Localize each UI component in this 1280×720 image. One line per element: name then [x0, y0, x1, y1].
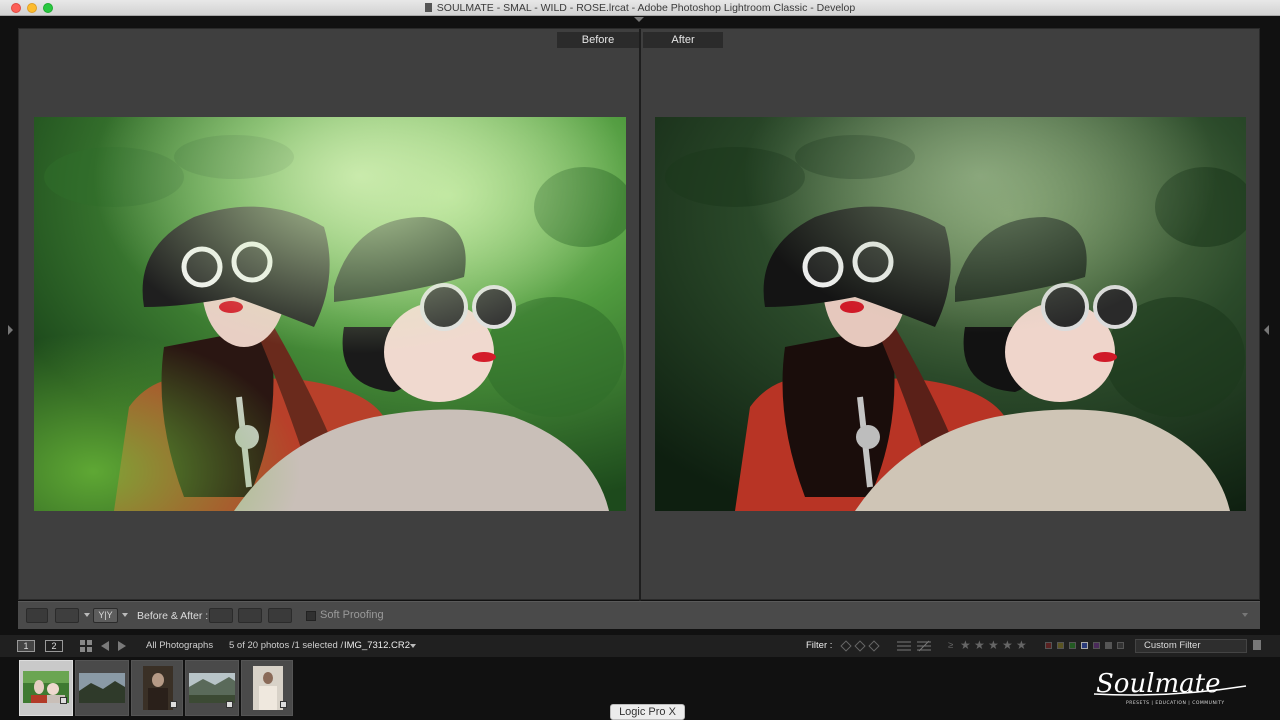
flag-rejected-icon[interactable] — [868, 640, 880, 652]
view-mode-dropdown-icon[interactable] — [84, 613, 90, 617]
loupe-view-button[interactable] — [26, 608, 48, 623]
soft-proofing-label: Soft Proofing — [320, 609, 384, 621]
copy-before-to-after-button[interactable] — [209, 608, 233, 623]
filmstrip-thumb-1[interactable] — [19, 660, 73, 716]
before-label: Before — [557, 32, 639, 48]
after-label: After — [643, 32, 723, 48]
before-after-label: Before & After : — [137, 610, 209, 622]
thumbnail-image — [143, 666, 173, 710]
next-photo-icon[interactable] — [118, 641, 126, 651]
custom-filter-dropdown[interactable]: Custom Filter — [1135, 639, 1247, 653]
before-after-view: Before After — [18, 28, 1260, 601]
star-3-icon[interactable]: ★ — [988, 638, 999, 652]
edited-badge-icon — [170, 701, 177, 708]
copy-after-to-before-button[interactable] — [238, 608, 262, 623]
before-photo[interactable] — [34, 117, 626, 511]
before-after-lr-button[interactable] — [55, 608, 79, 623]
toolbar-content-dropdown-icon[interactable] — [1242, 613, 1248, 617]
document-icon — [424, 3, 432, 12]
source-label[interactable]: All Photographs — [146, 640, 213, 651]
color-label-yellow[interactable] — [1057, 642, 1064, 649]
filter-label: Filter : — [806, 640, 833, 651]
star-2-icon[interactable]: ★ — [974, 638, 985, 652]
edited-badge-icon — [226, 701, 233, 708]
previous-photo-icon[interactable] — [101, 641, 109, 651]
filmstrip-thumb-4[interactable] — [185, 660, 239, 716]
main-window-button[interactable]: 1 — [17, 640, 35, 652]
photo-count: 5 of 20 photos /1 selected / — [229, 640, 344, 651]
soulmate-logo: Soulmate PRESETS | EDUCATION | COMMUNITY — [1093, 669, 1247, 706]
color-label-green[interactable] — [1069, 642, 1076, 649]
flag-pick-icon[interactable] — [840, 640, 852, 652]
color-label-purple[interactable] — [1093, 642, 1100, 649]
filter-lock-icon[interactable] — [1253, 640, 1261, 650]
window-title: SOULMATE - SMAL - WILD - ROSE.lrcat - Ad… — [436, 2, 856, 14]
split-divider — [639, 29, 641, 601]
color-label-blue[interactable] — [1081, 642, 1088, 649]
star-4-icon[interactable]: ★ — [1002, 638, 1013, 652]
edited-badge-icon — [60, 697, 67, 704]
before-after-split-button[interactable]: Y|Y — [93, 608, 118, 623]
filmstrip-thumb-3[interactable] — [131, 660, 183, 716]
svg-text:PRESETS | EDUCATION | COMMUNIT: PRESETS | EDUCATION | COMMUNITY — [1126, 700, 1225, 706]
top-panel-toggle-icon[interactable] — [634, 17, 644, 22]
rating-operator[interactable]: ≥ — [948, 640, 953, 651]
dock-tooltip: Logic Pro X — [610, 704, 685, 720]
left-panel-toggle-icon[interactable] — [8, 325, 13, 335]
swap-before-after-button[interactable] — [268, 608, 292, 623]
color-label-red[interactable] — [1045, 642, 1052, 649]
title-bar: SOULMATE - SMAL - WILD - ROSE.lrcat - Ad… — [0, 0, 1280, 16]
selected-filename[interactable]: IMG_7312.CR2 — [344, 640, 410, 651]
grid-view-icon[interactable] — [80, 640, 92, 652]
color-label-other[interactable] — [1105, 642, 1112, 649]
split-mode-dropdown-icon[interactable] — [122, 613, 128, 617]
secondary-window-button[interactable]: 2 — [45, 640, 63, 652]
filmstrip-thumb-2[interactable] — [75, 660, 129, 716]
star-5-icon[interactable]: ★ — [1016, 638, 1027, 652]
flag-unflagged-icon[interactable] — [854, 640, 866, 652]
thumbnail-image — [253, 666, 283, 710]
soft-proofing-checkbox[interactable] — [306, 611, 316, 621]
thumbnail-image — [79, 673, 125, 703]
color-label-none[interactable] — [1117, 642, 1124, 649]
star-1-icon[interactable]: ★ — [960, 638, 971, 652]
window-title-container: SOULMATE - SMAL - WILD - ROSE.lrcat - Ad… — [0, 2, 1280, 14]
develop-toolbar: Y|Y Before & After : Soft Proofing — [18, 601, 1260, 629]
unedited-filter-icon[interactable] — [917, 640, 931, 652]
edited-badge-icon — [280, 701, 287, 708]
right-panel-toggle-icon[interactable] — [1264, 325, 1269, 335]
filename-dropdown-icon[interactable] — [410, 644, 416, 648]
filmstrip-header: 1 2 All Photographs 5 of 20 photos /1 se… — [0, 635, 1280, 657]
filmstrip-thumb-5[interactable] — [241, 660, 293, 716]
after-photo[interactable] — [655, 117, 1246, 511]
thumbnail-image — [189, 673, 235, 703]
edited-filter-icon[interactable] — [897, 640, 911, 652]
